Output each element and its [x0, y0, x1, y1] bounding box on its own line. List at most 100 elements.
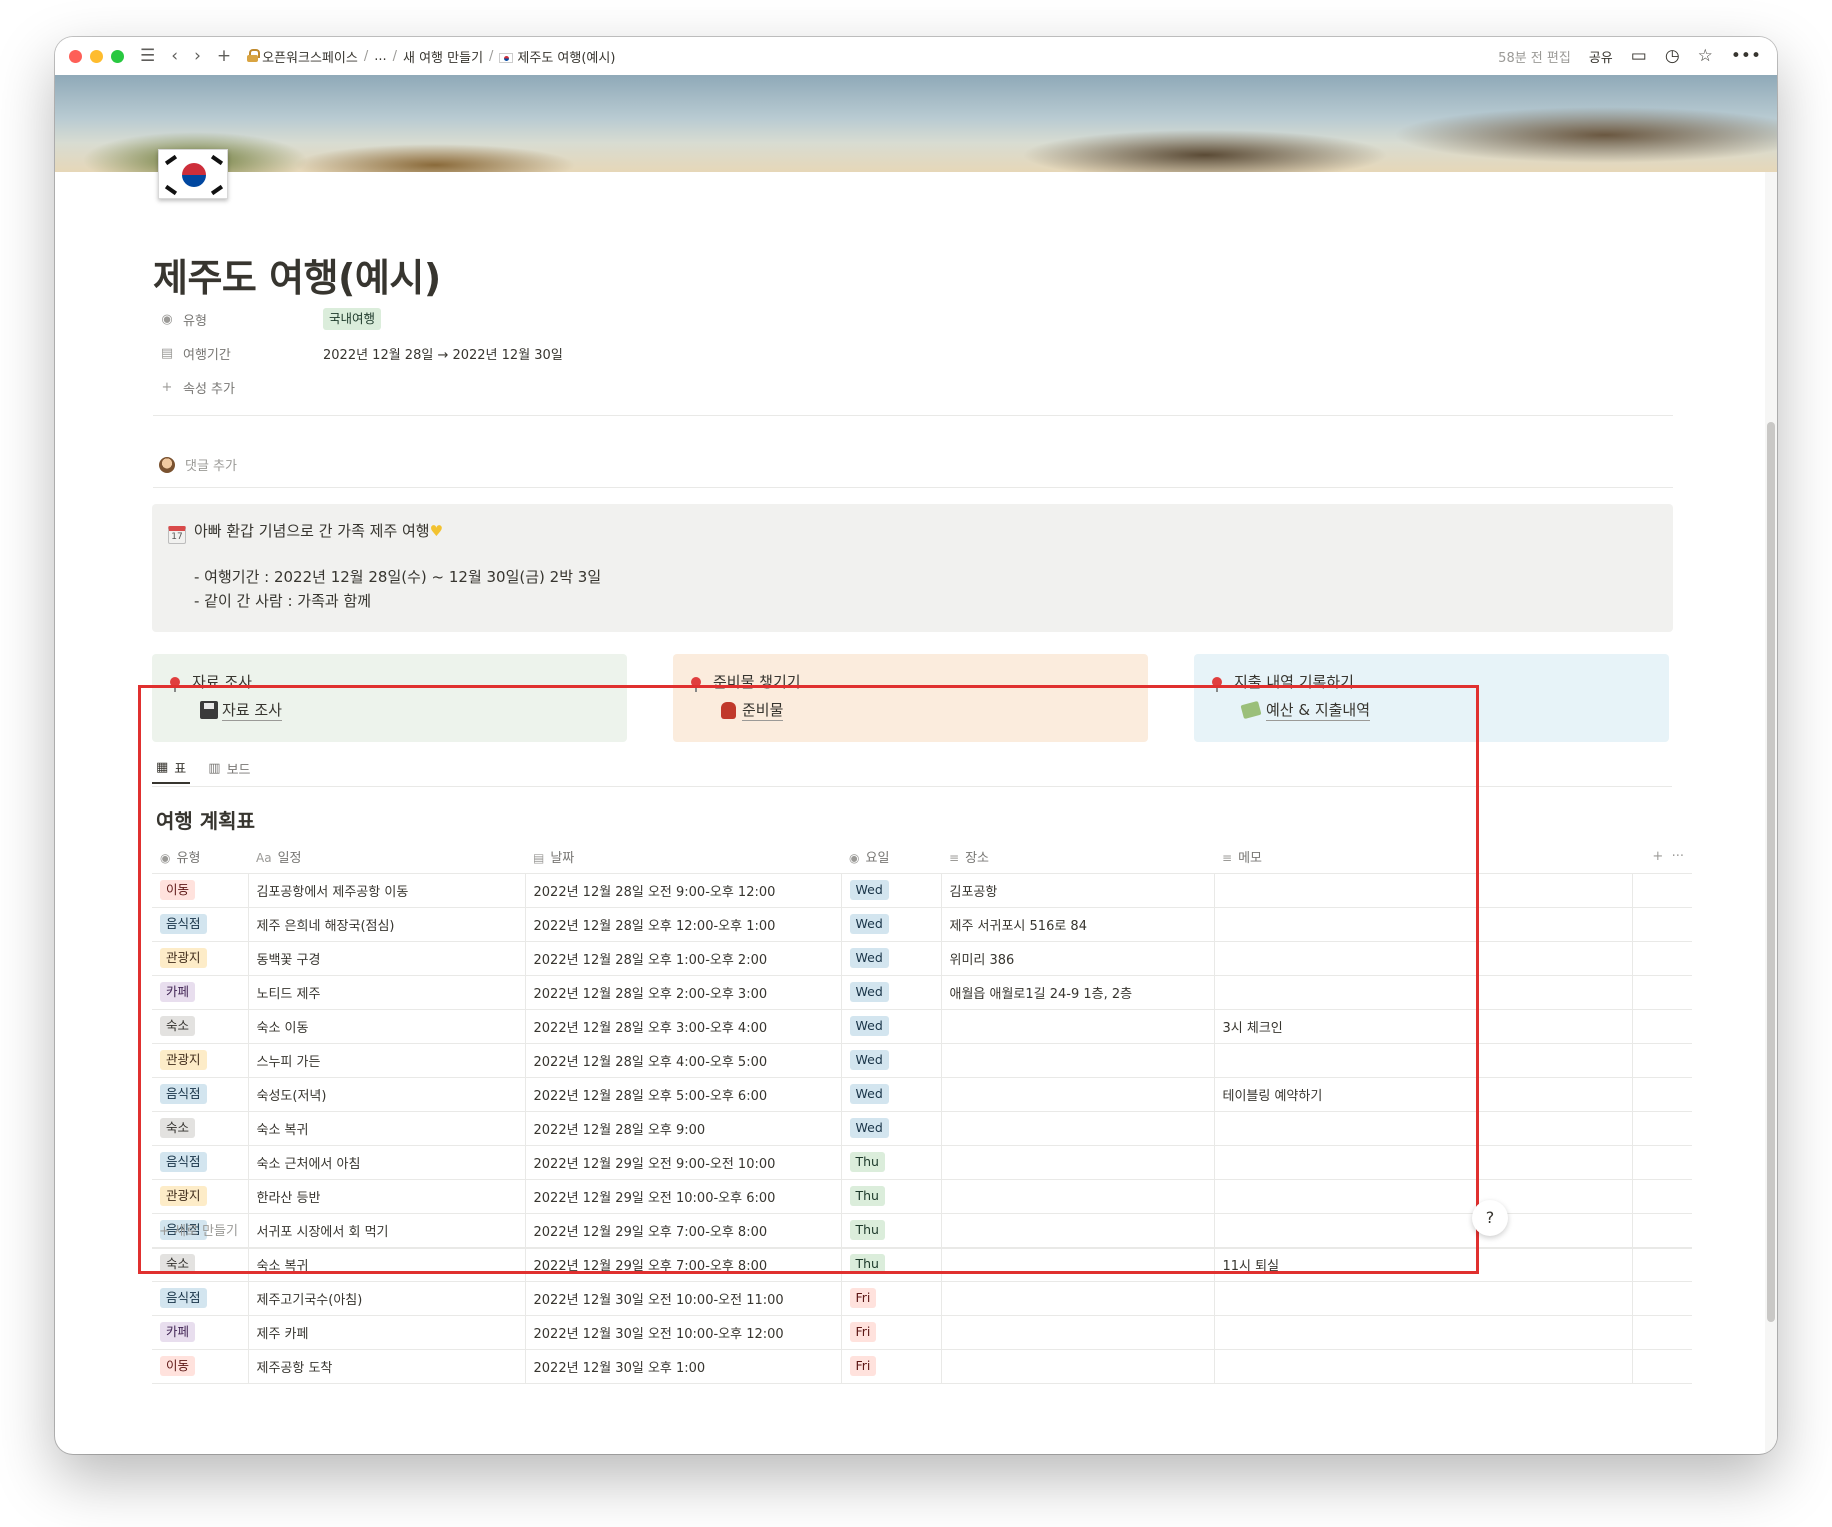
cell-day[interactable]: Fri [841, 1281, 942, 1316]
cell-memo[interactable] [1214, 1213, 1633, 1248]
cell-day[interactable]: Thu [841, 1247, 942, 1282]
cell-date[interactable]: 2022년 12월 29일 오후 7:00-오후 8:00 [525, 1247, 842, 1282]
cell-schedule[interactable]: 한라산 등반 [248, 1179, 526, 1214]
cell-memo[interactable] [1214, 1349, 1633, 1384]
table-row[interactable]: 이동 제주공항 도착 2022년 12월 30일 오후 1:00 Fri [152, 1349, 1692, 1384]
cell-place[interactable] [941, 1111, 1215, 1146]
cell-date[interactable]: 2022년 12월 30일 오전 10:00-오전 11:00 [525, 1281, 842, 1316]
history-icon[interactable]: ◷ [1665, 47, 1680, 65]
more-options-icon[interactable]: ··· [1672, 849, 1684, 864]
cell-memo[interactable]: 테이블링 예약하기 [1214, 1077, 1633, 1112]
table-row[interactable]: 음식점 서귀포 시장에서 회 먹기 2022년 12월 29일 오후 7:00-오후… [152, 1213, 1692, 1248]
scrollbar-thumb[interactable] [1767, 422, 1775, 1322]
cell-day[interactable]: Wed [841, 1043, 942, 1078]
cell-place[interactable]: 애월읍 애월로1길 24-9 1층, 2층 [941, 975, 1215, 1010]
cell-date[interactable]: 2022년 12월 30일 오후 1:00 [525, 1349, 842, 1384]
cell-schedule[interactable]: 스누피 가든 [248, 1043, 526, 1078]
cell-day[interactable]: Thu [841, 1145, 942, 1180]
cell-memo[interactable] [1214, 1179, 1633, 1214]
table-row[interactable]: 관광지 스누피 가든 2022년 12월 28일 오후 4:00-오후 5:00 We… [152, 1043, 1692, 1078]
cell-day[interactable]: Wed [841, 907, 942, 942]
cell-date[interactable]: 2022년 12월 28일 오후 4:00-오후 5:00 [525, 1043, 842, 1078]
breadcrumb-current-page[interactable]: 제주도 여행(예시) [495, 47, 619, 66]
forward-icon[interactable]: › [194, 47, 201, 65]
cell-type[interactable]: 카페 [152, 1315, 249, 1350]
cell-memo[interactable] [1214, 1281, 1633, 1316]
scrollbar-track[interactable] [1765, 172, 1777, 1454]
cell-memo[interactable] [1214, 873, 1633, 908]
cell-schedule[interactable]: 김포공항에서 제주공항 이동 [248, 873, 526, 908]
table-row[interactable]: 카페 노티드 제주 2022년 12월 28일 오후 2:00-오후 3:00 Wed… [152, 975, 1692, 1010]
sidebar-menu-icon[interactable]: ☰ [140, 47, 155, 65]
cell-day[interactable]: Fri [841, 1349, 942, 1384]
cell-date[interactable]: 2022년 12월 28일 오후 9:00 [525, 1111, 842, 1146]
cell-place[interactable] [941, 1179, 1215, 1214]
cell-type[interactable]: 카페 [152, 975, 249, 1010]
cell-place[interactable]: 제주 서귀포시 516로 84 [941, 907, 1215, 942]
more-options-icon[interactable]: ••• [1731, 47, 1761, 65]
cell-memo[interactable] [1214, 907, 1633, 942]
cell-day[interactable]: Wed [841, 975, 942, 1010]
cell-day[interactable]: Thu [841, 1179, 942, 1214]
link-expenses[interactable]: 예산 & 지출내역 [1212, 696, 1651, 724]
cell-type[interactable]: 숙소 [152, 1009, 249, 1044]
cell-memo[interactable] [1214, 1315, 1633, 1350]
cell-date[interactable]: 2022년 12월 28일 오후 2:00-오후 3:00 [525, 975, 842, 1010]
new-row-button[interactable]: + 새로 만들기 [159, 1220, 238, 1239]
cell-memo[interactable]: 11시 퇴실 [1214, 1247, 1633, 1282]
cell-date[interactable]: 2022년 12월 28일 오후 12:00-오후 1:00 [525, 907, 842, 942]
column-header-place[interactable]: ≡ 장소 [941, 840, 1214, 874]
cell-date[interactable]: 2022년 12월 28일 오후 1:00-오후 2:00 [525, 941, 842, 976]
link-packing[interactable]: 준비물 [691, 696, 1130, 724]
cell-day[interactable]: Wed [841, 1111, 942, 1146]
table-row[interactable]: 숙소 숙소 이동 2022년 12월 28일 오후 3:00-오후 4:00 Wed 3… [152, 1009, 1692, 1044]
property-trip-period[interactable]: ▤ 여행기간 2022년 12월 28일 → 2022년 12월 30일 [153, 336, 1673, 370]
cell-date[interactable]: 2022년 12월 29일 오후 7:00-오후 8:00 [525, 1213, 842, 1248]
cell-schedule[interactable]: 숙소 복귀 [248, 1247, 526, 1282]
table-row[interactable]: 음식점 제주 은희네 해장국(점심) 2022년 12월 28일 오후 12:00-… [152, 907, 1692, 942]
cell-type[interactable]: 이동 [152, 873, 249, 908]
property-type[interactable]: ◉ 유형 국내여행 [153, 302, 1673, 336]
back-icon[interactable]: ‹ [171, 47, 178, 65]
cell-type[interactable]: 관광지 [152, 1179, 249, 1214]
help-button[interactable]: ? [1472, 1200, 1508, 1236]
cell-place[interactable] [941, 1145, 1215, 1180]
comment-icon[interactable]: ▭ [1631, 47, 1647, 65]
cell-day[interactable]: Wed [841, 873, 942, 908]
share-button[interactable]: 공유 [1589, 47, 1613, 66]
cell-schedule[interactable]: 서귀포 시장에서 회 먹기 [248, 1213, 526, 1248]
cell-type[interactable]: 관광지 [152, 1043, 249, 1078]
cell-place[interactable] [941, 1247, 1215, 1282]
cell-date[interactable]: 2022년 12월 28일 오후 5:00-오후 6:00 [525, 1077, 842, 1112]
cell-place[interactable]: 김포공항 [941, 873, 1215, 908]
table-row[interactable]: 관광지 동백꽃 구경 2022년 12월 28일 오후 1:00-오후 2:00 We… [152, 941, 1692, 976]
cell-memo[interactable] [1214, 1111, 1633, 1146]
add-page-icon[interactable]: + [217, 47, 231, 65]
add-comment-button[interactable]: 댓글 추가 [159, 455, 237, 474]
column-header-schedule[interactable]: Aa 일정 [248, 840, 525, 874]
cell-schedule[interactable]: 제주 카페 [248, 1315, 526, 1350]
cell-day[interactable]: Wed [841, 1009, 942, 1044]
cell-type[interactable]: 음식점 [152, 1077, 249, 1112]
cell-schedule[interactable]: 숙소 복귀 [248, 1111, 526, 1146]
minimize-window-button[interactable] [90, 49, 103, 63]
cell-date[interactable]: 2022년 12월 28일 오후 3:00-오후 4:00 [525, 1009, 842, 1044]
cell-date[interactable]: 2022년 12월 29일 오전 10:00-오후 6:00 [525, 1179, 842, 1214]
cell-date[interactable]: 2022년 12월 28일 오전 9:00-오후 12:00 [525, 873, 842, 908]
cell-place[interactable] [941, 1281, 1215, 1316]
favorite-star-icon[interactable]: ☆ [1698, 47, 1713, 65]
cell-type[interactable]: 음식점 [152, 907, 249, 942]
column-header-memo[interactable]: ≡ 메모 [1214, 840, 1632, 874]
cell-day[interactable]: Thu [841, 1213, 942, 1248]
cell-schedule[interactable]: 제주 은희네 해장국(점심) [248, 907, 526, 942]
close-window-button[interactable] [69, 49, 82, 63]
cell-schedule[interactable]: 숙소 이동 [248, 1009, 526, 1044]
table-row[interactable]: 카페 제주 카페 2022년 12월 30일 오전 10:00-오후 12:00 Fr… [152, 1315, 1692, 1350]
cell-memo[interactable]: 3시 체크인 [1214, 1009, 1633, 1044]
cell-type[interactable]: 숙소 [152, 1247, 249, 1282]
page-icon-korea-flag[interactable] [158, 149, 228, 199]
database-title[interactable]: 여행 계획표 [156, 805, 255, 834]
cell-day[interactable]: Wed [841, 1077, 942, 1112]
cell-date[interactable]: 2022년 12월 30일 오전 10:00-오후 12:00 [525, 1315, 842, 1350]
cell-day[interactable]: Fri [841, 1315, 942, 1350]
